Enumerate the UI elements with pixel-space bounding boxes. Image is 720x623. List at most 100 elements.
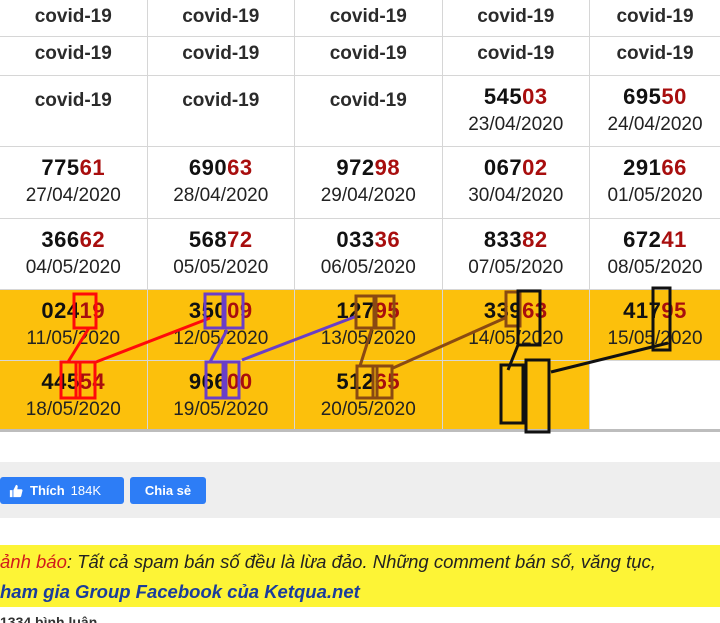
like-label: Thích [30, 483, 65, 498]
placeholder-label: covid-19 [616, 43, 694, 64]
table-cell: covid-19 [590, 0, 720, 36]
result-number: 83382 [484, 227, 548, 253]
number-suffix: 54 [79, 369, 106, 394]
result-number: 56872 [189, 227, 253, 253]
number-suffix: 00 [227, 369, 253, 394]
number-prefix: 833 [483, 227, 523, 252]
result-date: 05/05/2020 [173, 257, 269, 278]
table-cell: covid-19 [148, 37, 295, 75]
placeholder-label: covid-19 [329, 43, 407, 64]
result-date: 06/05/2020 [320, 257, 416, 278]
facebook-group-link[interactable]: ham gia Group Facebook của Ketqua.net [0, 581, 360, 603]
number-suffix: 66 [661, 155, 687, 180]
facebook-like-button[interactable]: Thích 184K [0, 477, 124, 504]
result-number: 33963 [484, 298, 548, 324]
result-cell: 96600 19/05/2020 [147, 361, 295, 429]
number-suffix: 61 [79, 155, 106, 180]
result-cell: 69550 24/04/2020 [590, 76, 720, 146]
result-date: 28/04/2020 [173, 185, 269, 206]
result-number: 54503 [484, 84, 548, 110]
result-number: 77561 [41, 155, 105, 181]
number-prefix: 690 [188, 155, 228, 180]
table-cell: covid-19 [148, 76, 295, 146]
number-prefix: 366 [41, 227, 80, 252]
result-number: 96600 [189, 369, 253, 395]
placeholder-label: covid-19 [34, 90, 112, 111]
comment-count: 1334 bình luận [0, 614, 98, 623]
number-suffix: 50 [661, 84, 687, 109]
number-suffix: 19 [79, 298, 106, 323]
result-cell: 97298 29/04/2020 [295, 147, 443, 218]
number-suffix: 65 [374, 369, 401, 394]
table-cell: covid-19 [0, 76, 148, 146]
result-date: 23/04/2020 [468, 114, 564, 135]
number-suffix: 95 [374, 298, 401, 323]
table-cell: covid-19 [590, 37, 720, 75]
number-prefix: 695 [623, 84, 662, 109]
table-row: 77561 27/04/2020 69063 28/04/2020 97298 29/… [0, 147, 720, 219]
result-cell: 33963 14/05/2020 [442, 290, 590, 360]
facebook-share-button[interactable]: Chia sẻ [130, 477, 206, 504]
number-prefix: 672 [623, 227, 662, 252]
number-suffix: 63 [522, 298, 548, 323]
result-date: 27/04/2020 [25, 185, 121, 206]
result-cell: 67241 08/05/2020 [590, 219, 720, 289]
number-suffix: 72 [227, 227, 253, 252]
number-suffix: 02 [522, 155, 548, 180]
placeholder-label: covid-19 [329, 6, 407, 27]
placeholder-label: covid-19 [182, 6, 260, 27]
result-cell: 29166 01/05/2020 [590, 147, 720, 218]
result-cell: 44554 18/05/2020 [0, 361, 148, 429]
number-prefix: 024 [41, 298, 80, 323]
result-cell: 41795 15/05/2020 [590, 290, 720, 360]
table-cell: covid-19 [295, 37, 443, 75]
number-suffix: 41 [661, 227, 687, 252]
number-suffix: 82 [522, 227, 548, 252]
warning-text: ảnh báo: Tất cả spam bán số đều là lừa đ… [0, 551, 656, 573]
number-prefix: 775 [41, 155, 80, 180]
number-prefix: 291 [623, 155, 662, 180]
number-prefix: 067 [483, 155, 523, 180]
result-date: 07/05/2020 [468, 257, 564, 278]
warning-banner: ảnh báo: Tất cả spam bán số đều là lừa đ… [0, 545, 720, 607]
table-cell: covid-19 [443, 37, 590, 75]
number-prefix: 417 [623, 298, 662, 323]
result-number: 67241 [623, 227, 687, 253]
table-row: covid-19 covid-19 covid-19 54503 23/04/2… [0, 76, 720, 147]
result-cell: 12795 13/05/2020 [295, 290, 443, 360]
result-date: 01/05/2020 [607, 185, 703, 206]
result-cell: 83382 07/05/2020 [443, 219, 590, 289]
table-row: covid-19 covid-19 covid-19 covid-19 covi… [0, 37, 720, 76]
share-label: Chia sẻ [144, 483, 192, 498]
result-number: 44554 [41, 369, 105, 395]
result-date: 12/05/2020 [173, 328, 269, 349]
number-suffix: 98 [374, 155, 401, 180]
table-row: 02419 11/05/2020 35009 12/05/2020 12795 13/… [0, 290, 720, 361]
number-prefix: 127 [336, 298, 375, 323]
result-number: 69063 [189, 155, 253, 181]
placeholder-label: covid-19 [616, 6, 694, 27]
warning-lead: ảnh báo [0, 551, 67, 572]
social-bar: Thích 184K Chia sẻ [0, 462, 720, 520]
placeholder-label: covid-19 [182, 90, 260, 111]
placeholder-label: covid-19 [477, 43, 555, 64]
result-cell: 03336 06/05/2020 [295, 219, 443, 289]
table-row: covid-19 covid-19 covid-19 covid-19 covi… [0, 0, 720, 37]
result-cell: 51265 20/05/2020 [295, 361, 443, 429]
number-prefix: 033 [336, 227, 375, 252]
result-date: 24/04/2020 [607, 114, 703, 135]
result-cell: 54503 23/04/2020 [443, 76, 590, 146]
table-cell: covid-19 [148, 0, 295, 36]
result-date: 04/05/2020 [25, 257, 121, 278]
result-date: 18/05/2020 [25, 399, 121, 420]
result-cell: 06702 30/04/2020 [443, 147, 590, 218]
number-suffix: 09 [227, 298, 253, 323]
table-cell: covid-19 [0, 0, 148, 36]
number-prefix: 512 [336, 369, 375, 394]
number-suffix: 62 [79, 227, 106, 252]
table-cell: covid-19 [0, 37, 148, 75]
result-date: 30/04/2020 [468, 185, 564, 206]
result-date: 29/04/2020 [320, 185, 416, 206]
result-cell: 02419 11/05/2020 [0, 290, 148, 360]
placeholder-label: covid-19 [182, 43, 260, 64]
